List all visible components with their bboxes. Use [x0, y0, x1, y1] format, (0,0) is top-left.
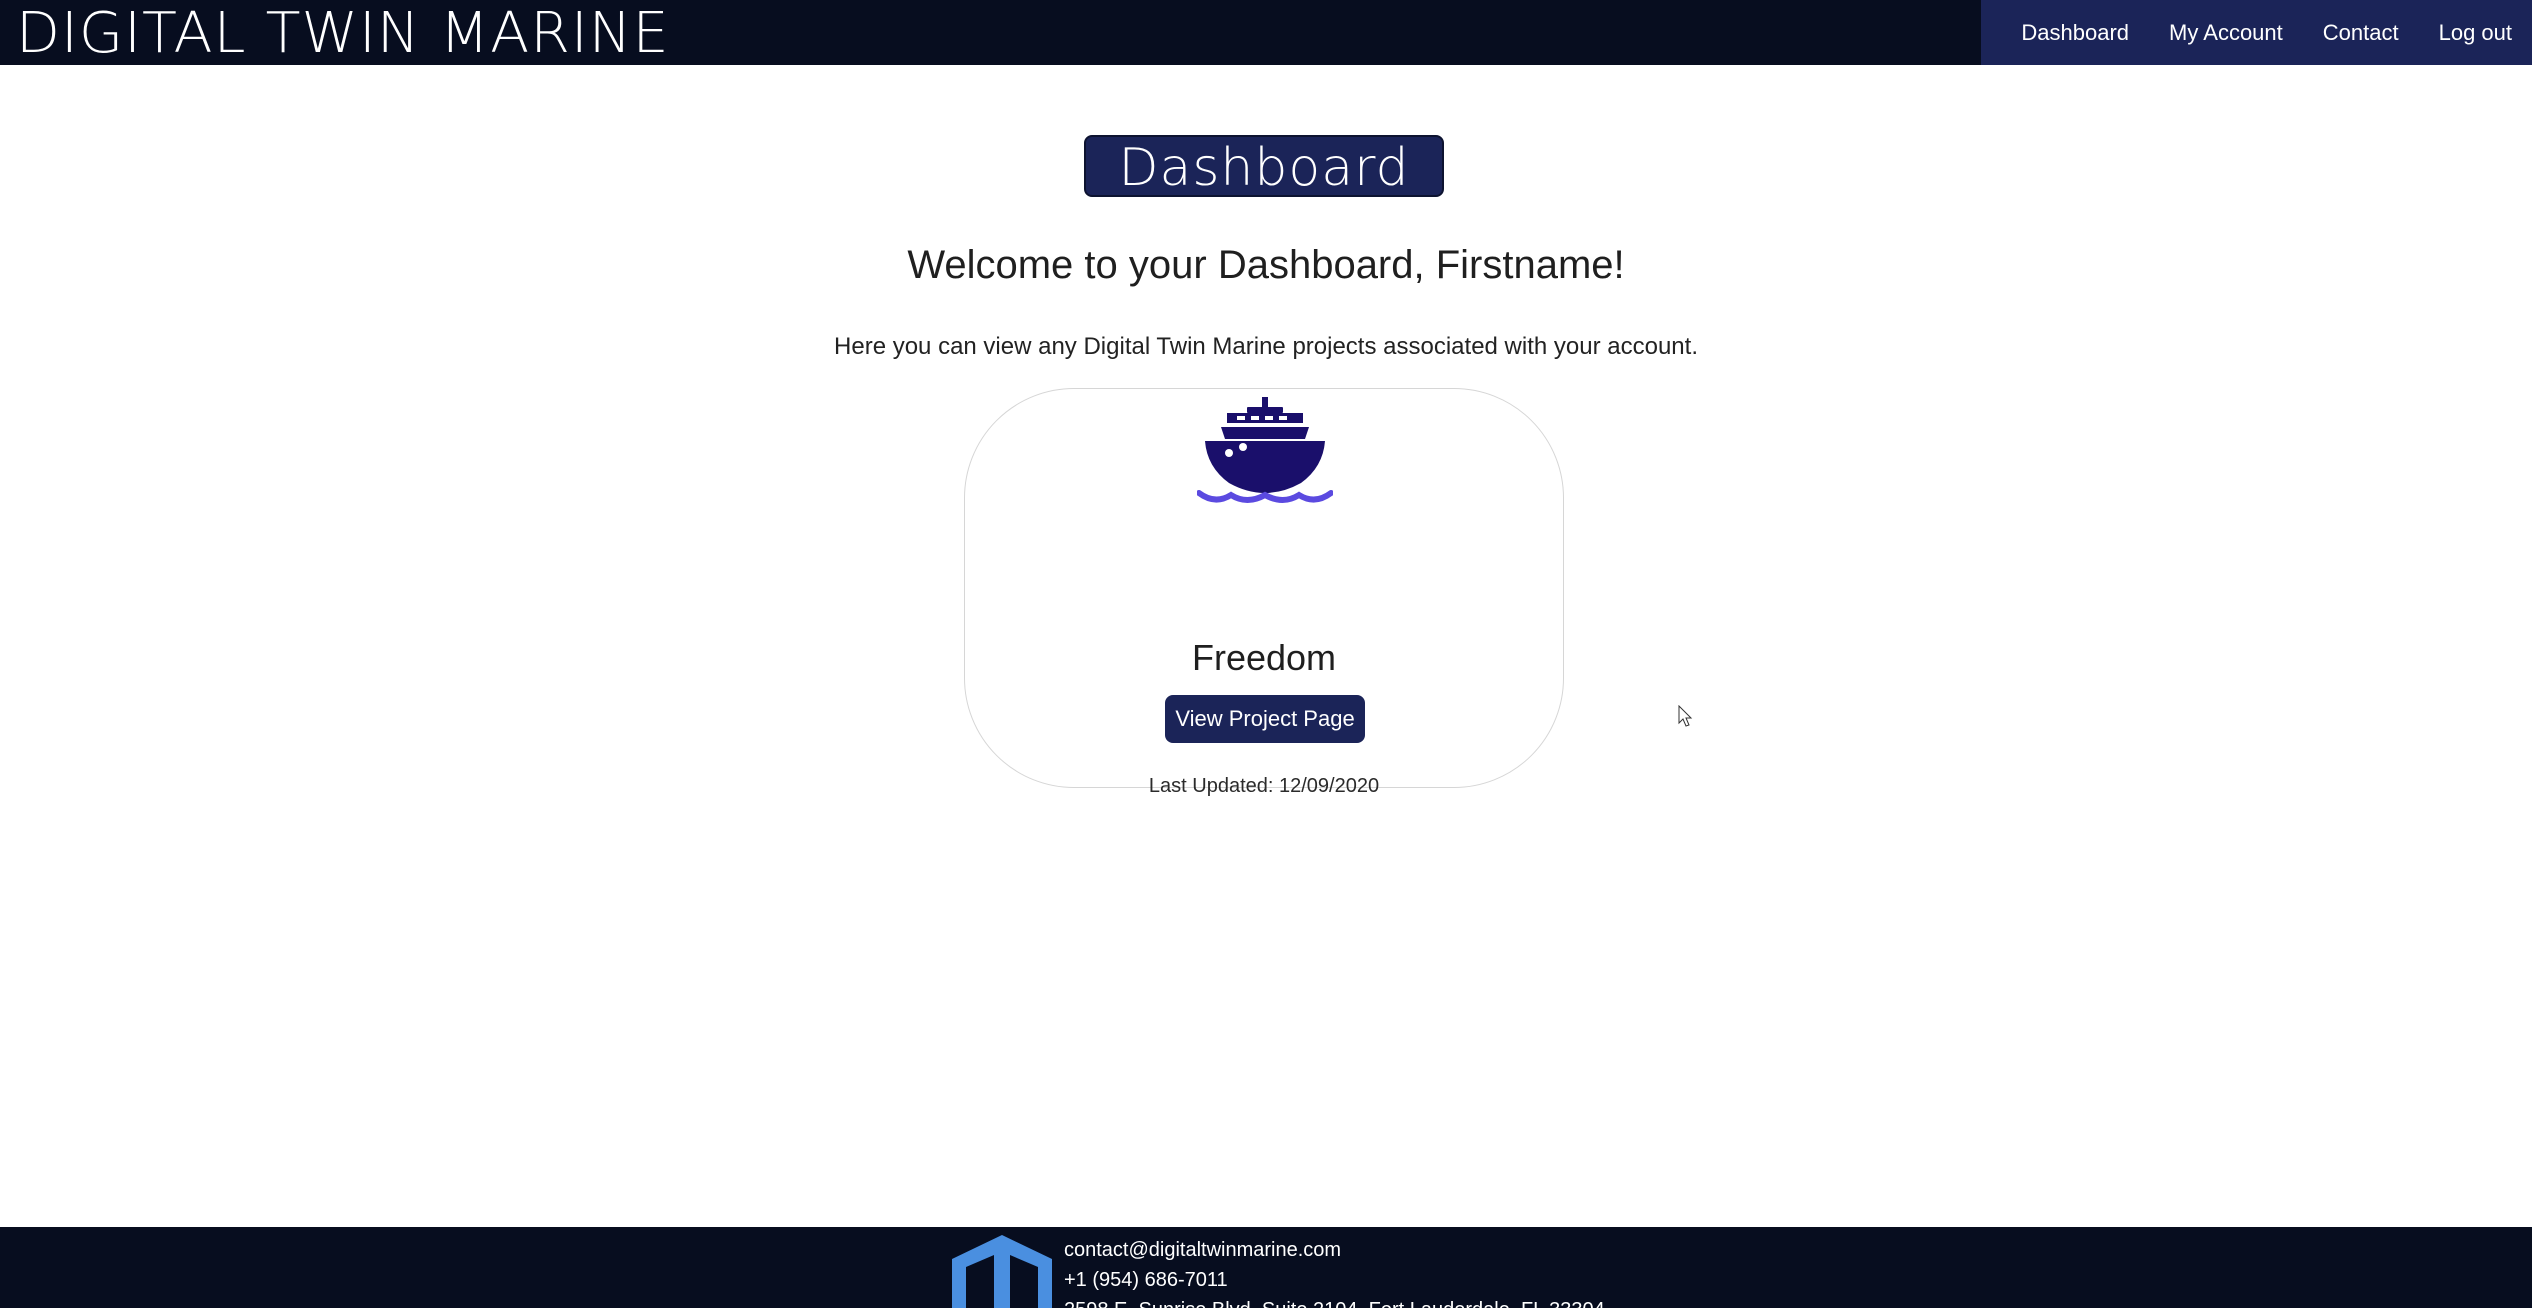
project-card: Freedom View Project Page Last Updated: …: [964, 388, 1564, 797]
last-updated-text: Last Updated: 12/09/2020: [1148, 775, 1380, 797]
nav-links: Dashboard My Account Contact Log out: [1981, 0, 2532, 65]
company-logo-icon: [952, 1235, 1052, 1308]
main-content: Dashboard Welcome to your Dashboard, Fir…: [0, 65, 2532, 1227]
nav-dashboard-link[interactable]: Dashboard: [2001, 20, 2149, 46]
top-navbar: DIGITAL TWIN MARINE Dashboard My Account…: [0, 0, 2532, 65]
brand-logo-text[interactable]: DIGITAL TWIN MARINE: [16, 6, 670, 62]
view-project-page-button[interactable]: View Project Page: [1165, 695, 1365, 743]
intro-text: Here you can view any Digital Twin Marin…: [834, 333, 1698, 360]
welcome-heading: Welcome to your Dashboard, Firstname!: [907, 243, 1625, 287]
footer-phone[interactable]: +1 (954) 686-7011: [1064, 1265, 1605, 1295]
footer-contact-info: contact@digitaltwinmarine.com +1 (954) 6…: [1064, 1235, 1605, 1308]
nav-my-account-link[interactable]: My Account: [2149, 20, 2303, 46]
page-title: Dashboard: [1084, 135, 1444, 198]
nav-contact-link[interactable]: Contact: [2303, 20, 2419, 46]
ship-icon: [1197, 397, 1333, 503]
mouse-pointer-icon: [1678, 705, 1693, 727]
project-name: Freedom: [1191, 637, 1337, 678]
footer: contact@digitaltwinmarine.com +1 (954) 6…: [0, 1227, 2532, 1308]
footer-email-link[interactable]: contact@digitaltwinmarine.com: [1064, 1235, 1605, 1265]
footer-address: 2598 E. Sunrise Blvd, Suite 2104, Fort L…: [1064, 1295, 1605, 1308]
nav-logout-link[interactable]: Log out: [2419, 20, 2532, 46]
